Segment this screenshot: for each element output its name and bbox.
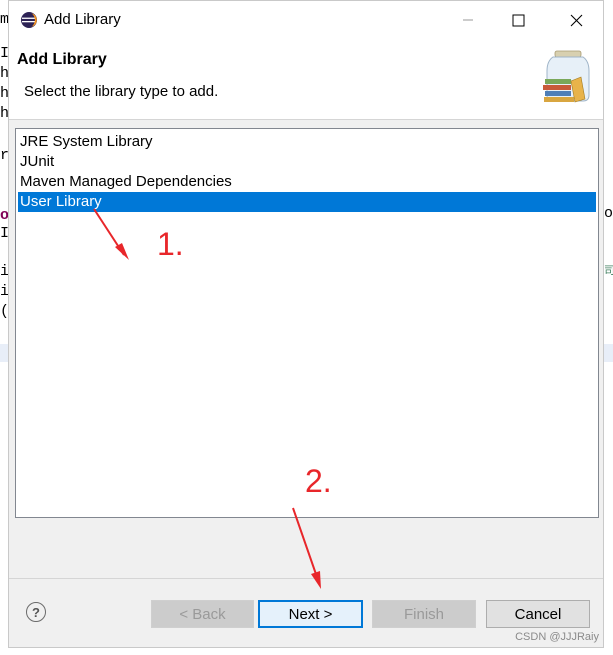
finish-button[interactable]: Finish xyxy=(372,600,476,628)
list-item-jre-system-library[interactable]: JRE System Library xyxy=(18,132,596,152)
close-button[interactable] xyxy=(551,1,601,39)
editor-glyph: h xyxy=(0,105,8,122)
window-title: Add Library xyxy=(44,11,121,28)
wizard-message: Select the library type to add. xyxy=(24,83,219,100)
annotation-step-2: 2. xyxy=(305,463,332,499)
cancel-button[interactable]: Cancel xyxy=(486,600,590,628)
minimize-icon xyxy=(463,19,473,21)
library-type-list[interactable]: JRE System Library JUnit Maven Managed D… xyxy=(15,128,599,518)
background-editor-right: o 司 xyxy=(604,0,613,655)
list-item-user-library[interactable]: User Library xyxy=(18,192,596,212)
editor-glyph: h xyxy=(0,85,8,102)
list-item-junit[interactable]: JUnit xyxy=(18,152,596,172)
eclipse-icon xyxy=(21,12,37,28)
add-library-dialog: Add Library Add Library Select the libra… xyxy=(8,0,604,648)
list-item-maven-managed-dependencies[interactable]: Maven Managed Dependencies xyxy=(18,172,596,192)
wizard-header: Add Library Select the library type to a… xyxy=(9,39,603,120)
editor-glyph: i xyxy=(0,263,8,280)
minimize-button[interactable] xyxy=(443,1,493,39)
finish-button-label: Finish xyxy=(403,605,444,623)
editor-glyph: o xyxy=(604,205,613,222)
library-jar-icon xyxy=(543,50,590,103)
maximize-button[interactable] xyxy=(493,1,543,39)
editor-glyph: h xyxy=(0,65,8,82)
editor-glyph: o xyxy=(0,207,8,224)
next-button[interactable]: Next > xyxy=(258,600,363,628)
editor-glyph: ( xyxy=(0,304,8,320)
editor-glyph: r xyxy=(0,147,8,164)
wizard-title: Add Library xyxy=(17,51,107,68)
background-editor-left: m I h h h r o I i i ( xyxy=(0,0,8,655)
maximize-icon xyxy=(512,14,524,26)
editor-glyph: I xyxy=(0,45,8,62)
next-button-label: Next > xyxy=(288,605,333,623)
close-icon xyxy=(570,14,582,26)
title-bar[interactable]: Add Library xyxy=(9,1,603,39)
editor-glyph: 司 xyxy=(604,266,613,278)
back-button[interactable]: < Back xyxy=(151,600,254,628)
annotation-step-1: 1. xyxy=(157,226,184,262)
editor-current-line-highlight xyxy=(0,344,8,362)
button-bar-separator xyxy=(9,578,603,579)
watermark: CSDN @JJJRaiy xyxy=(515,631,599,643)
editor-glyph: m xyxy=(0,11,8,28)
editor-current-line-highlight xyxy=(604,344,613,362)
help-button[interactable]: ? xyxy=(26,602,46,622)
cancel-button-label: Cancel xyxy=(514,605,562,623)
editor-glyph: I xyxy=(0,225,8,242)
back-button-label: < Back xyxy=(179,605,226,623)
editor-glyph: i xyxy=(0,283,8,300)
